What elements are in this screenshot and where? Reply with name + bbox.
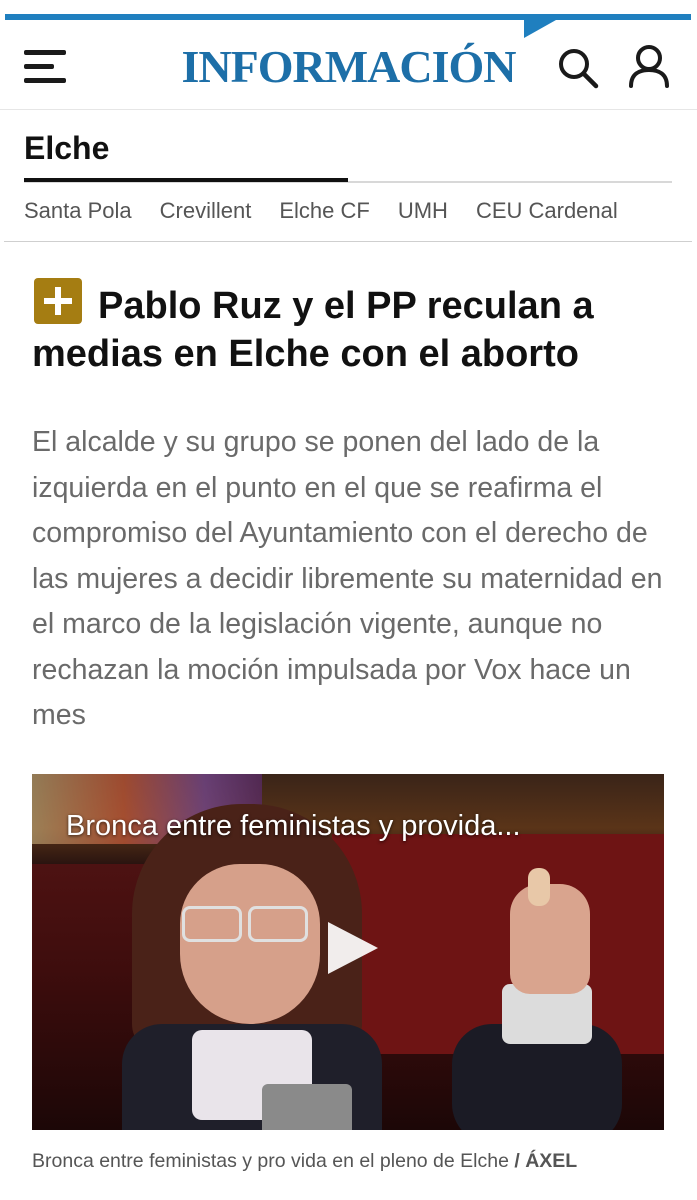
brand-stripe xyxy=(5,14,691,20)
video-figurine xyxy=(528,868,550,906)
video-microphone xyxy=(262,1084,352,1130)
subnav-item-santa-pola[interactable]: Santa Pola xyxy=(24,198,132,224)
play-icon[interactable] xyxy=(328,922,378,974)
site-header: INFORMACIÓN xyxy=(0,0,697,110)
brand-stripe-notch xyxy=(524,20,556,38)
section-subnav: Santa Pola Crevillent Elche CF UMH CEU C… xyxy=(24,198,646,224)
subnav-divider xyxy=(4,241,692,242)
video-credit: / ÁXEL xyxy=(514,1150,578,1172)
search-icon[interactable] xyxy=(556,46,600,90)
article-headline: Pablo Ruz y el PP reculan a medias en El… xyxy=(32,285,594,375)
section-active-underline xyxy=(24,178,348,182)
video-player[interactable]: Bronca entre feministas y provida... xyxy=(32,774,664,1130)
subnav-item-umh[interactable]: UMH xyxy=(398,198,448,224)
video-title: Bronca entre feministas y provida... xyxy=(66,810,521,842)
site-logo[interactable]: INFORMACIÓN xyxy=(182,41,517,92)
subnav-item-elche-cf[interactable]: Elche CF xyxy=(279,198,369,224)
section-title[interactable]: Elche xyxy=(24,130,109,167)
hamburger-menu-icon[interactable] xyxy=(24,50,68,84)
subnav-item-ceu-cardenal[interactable]: CEU Cardenal xyxy=(476,198,618,224)
video-background-panel xyxy=(332,834,664,1054)
user-icon[interactable] xyxy=(626,44,672,90)
video-caption: Bronca entre feministas y pro vida en el… xyxy=(32,1150,577,1173)
subnav-item-crevillent[interactable]: Crevillent xyxy=(160,198,252,224)
article-lead: El alcalde y su grupo se ponen del lado … xyxy=(32,426,663,731)
video-speaker-hand xyxy=(510,884,590,994)
video-caption-text: Bronca entre feministas y pro vida en el… xyxy=(32,1150,509,1172)
